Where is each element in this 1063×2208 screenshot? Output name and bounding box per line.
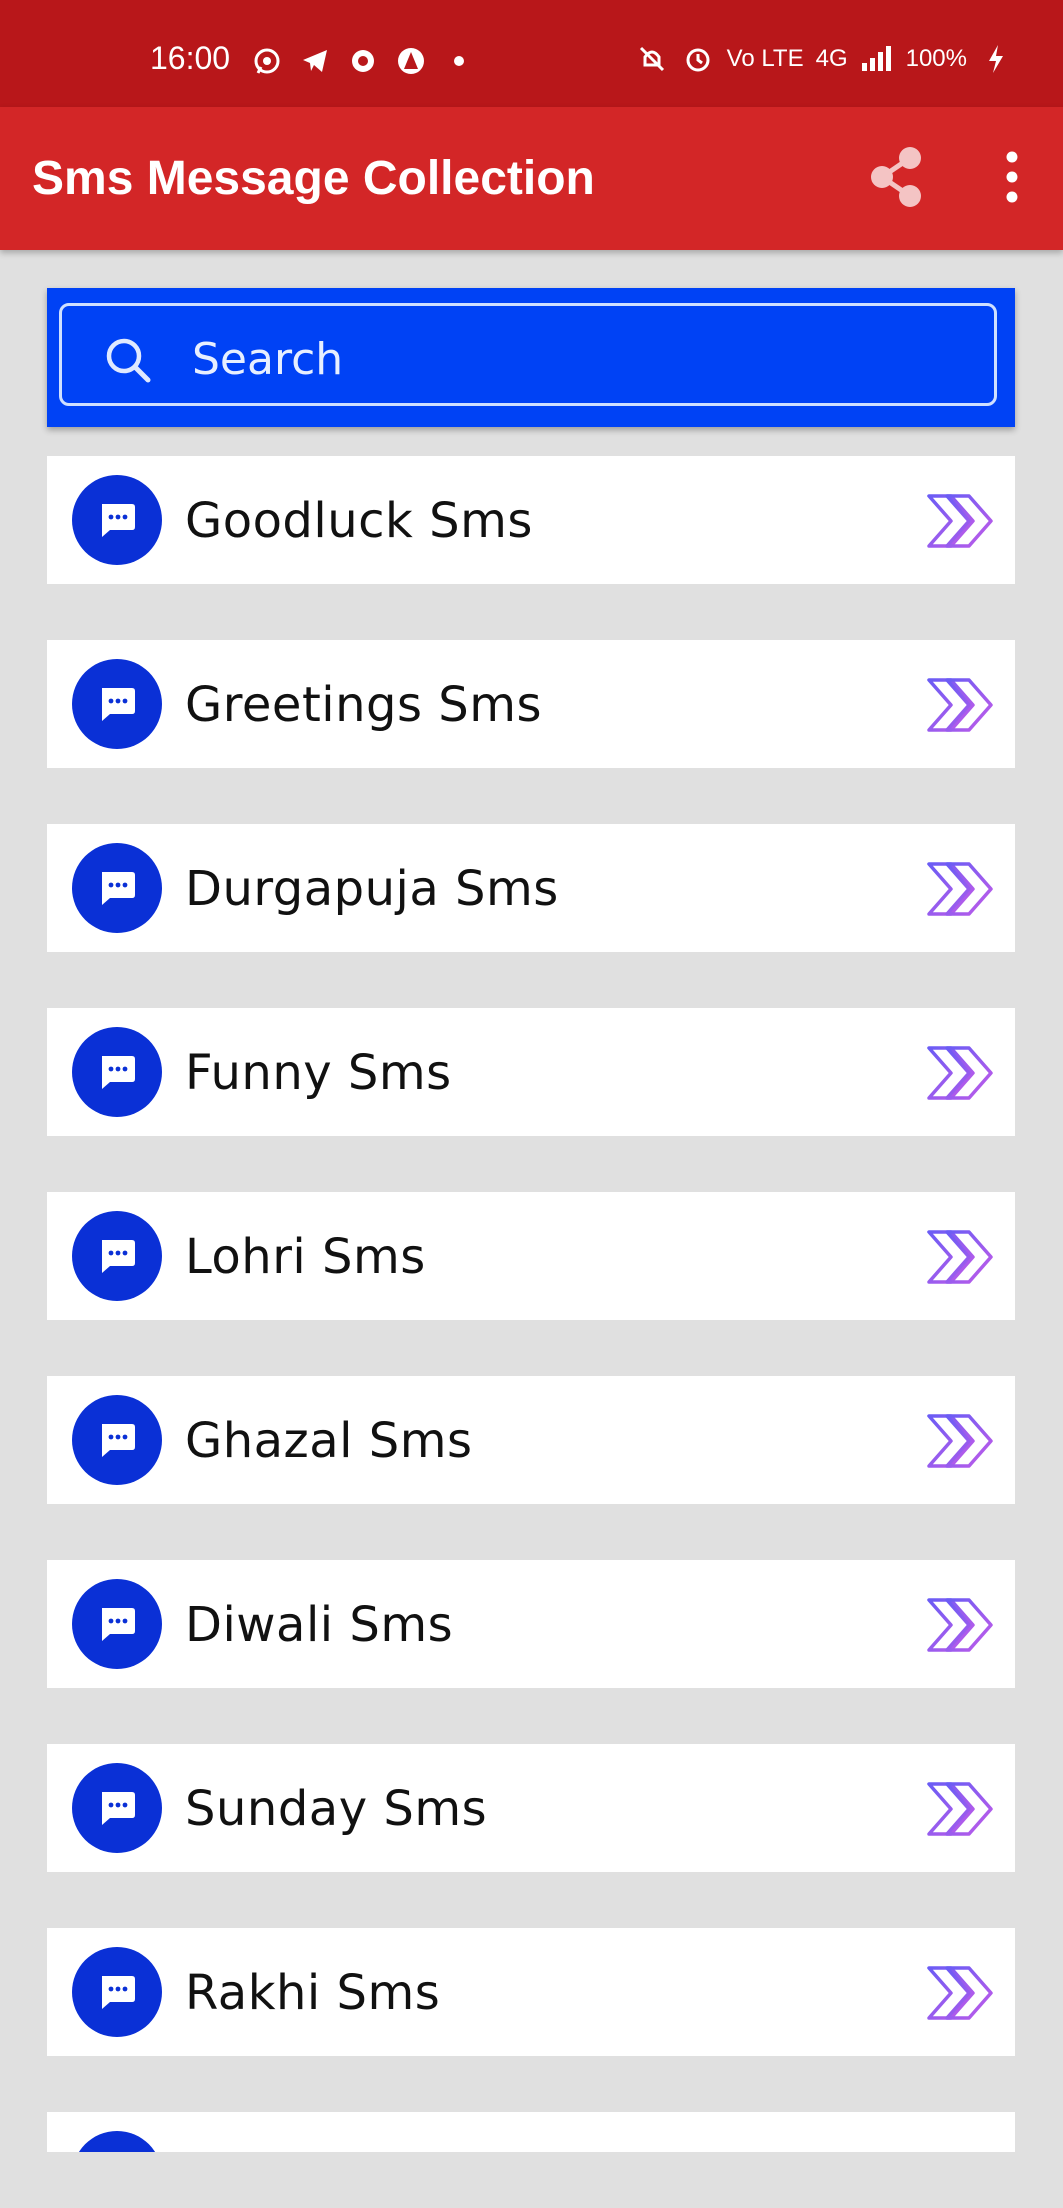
double-chevron-right-icon: [927, 678, 993, 732]
whatsapp-icon: [250, 44, 284, 78]
double-chevron-right-icon: [927, 1230, 993, 1284]
search-icon: [106, 338, 151, 383]
app-title: Sms Message Collection: [32, 152, 595, 205]
status-bar: 16:00 Vo LTE 4G 100%: [0, 0, 1063, 107]
chat-bubble-icon: [72, 1211, 162, 1301]
double-chevron-right-icon: [927, 494, 993, 548]
list-item-label: Sunday Sms: [185, 1781, 488, 1837]
sms-category-list: Goodluck Sms Greetings Sms Durgapuja Sms…: [47, 456, 1015, 2208]
app-bar: Sms Message Collection: [0, 107, 1063, 250]
charging-icon: [979, 42, 1013, 76]
chat-bubble-icon: [72, 2131, 162, 2152]
chat-bubble-icon: [72, 843, 162, 933]
double-chevron-right-icon: [927, 1414, 993, 1468]
double-chevron-right-icon: [927, 862, 993, 916]
list-item-label: Ghazal Sms: [185, 1413, 473, 1469]
list-item[interactable]: Sunday Sms: [47, 1744, 1015, 1872]
list-item-label: Durgapuja Sms: [185, 861, 559, 917]
battery-level: 100%: [905, 45, 967, 72]
status-time: 16:00: [150, 40, 231, 76]
more-options-button[interactable]: [992, 147, 1032, 207]
share-button[interactable]: [862, 142, 932, 212]
search-bar: Search: [47, 288, 1015, 427]
chat-bubble-icon: [72, 1027, 162, 1117]
signal-icon: [860, 42, 894, 76]
chat-bubble-icon: [72, 1395, 162, 1485]
notification-icons: [250, 44, 476, 78]
list-item[interactable]: Goodluck Sms: [47, 456, 1015, 584]
list-item-label: Diwali Sms: [185, 1597, 454, 1653]
search-input[interactable]: Search: [59, 303, 997, 406]
search-placeholder: Search: [192, 334, 344, 385]
list-item[interactable]: Diwali Sms: [47, 1560, 1015, 1688]
list-item-label: Rakhi Sms: [185, 1965, 441, 2021]
chat-bubble-icon: [72, 1579, 162, 1669]
dot-icon: [442, 44, 476, 78]
list-item-label: Goodluck Sms: [185, 493, 533, 549]
system-status: Vo LTE 4G 100%: [635, 42, 1013, 76]
double-chevron-right-icon: [927, 1598, 993, 1652]
vpn-icon: [394, 44, 428, 78]
chat-bubble-icon: [72, 475, 162, 565]
share-icon: [871, 147, 921, 207]
list-item[interactable]: [47, 2112, 1015, 2152]
alarm-icon: [681, 42, 715, 76]
list-item-label: Funny Sms: [185, 1045, 452, 1101]
list-item[interactable]: Funny Sms: [47, 1008, 1015, 1136]
double-chevron-right-icon: [927, 1046, 993, 1100]
double-chevron-right-icon: [927, 1782, 993, 1836]
chat-bubble-icon: [72, 1763, 162, 1853]
list-item[interactable]: Lohri Sms: [47, 1192, 1015, 1320]
list-item[interactable]: Greetings Sms: [47, 640, 1015, 768]
chat-bubble-icon: [72, 659, 162, 749]
app-icon: [346, 44, 380, 78]
list-item-label: Greetings Sms: [185, 677, 542, 733]
more-vert-icon: [1006, 151, 1018, 203]
volte-icon: Vo LTE: [726, 45, 804, 72]
list-item[interactable]: Durgapuja Sms: [47, 824, 1015, 952]
signal-4g-icon: 4G: [815, 45, 848, 72]
double-chevron-right-icon: [927, 1966, 993, 2020]
list-item-label: Lohri Sms: [185, 1229, 426, 1285]
telegram-icon: [298, 44, 332, 78]
chat-bubble-icon: [72, 1947, 162, 2037]
mute-icon: [635, 42, 669, 76]
list-item[interactable]: Rakhi Sms: [47, 1928, 1015, 2056]
list-item[interactable]: Ghazal Sms: [47, 1376, 1015, 1504]
